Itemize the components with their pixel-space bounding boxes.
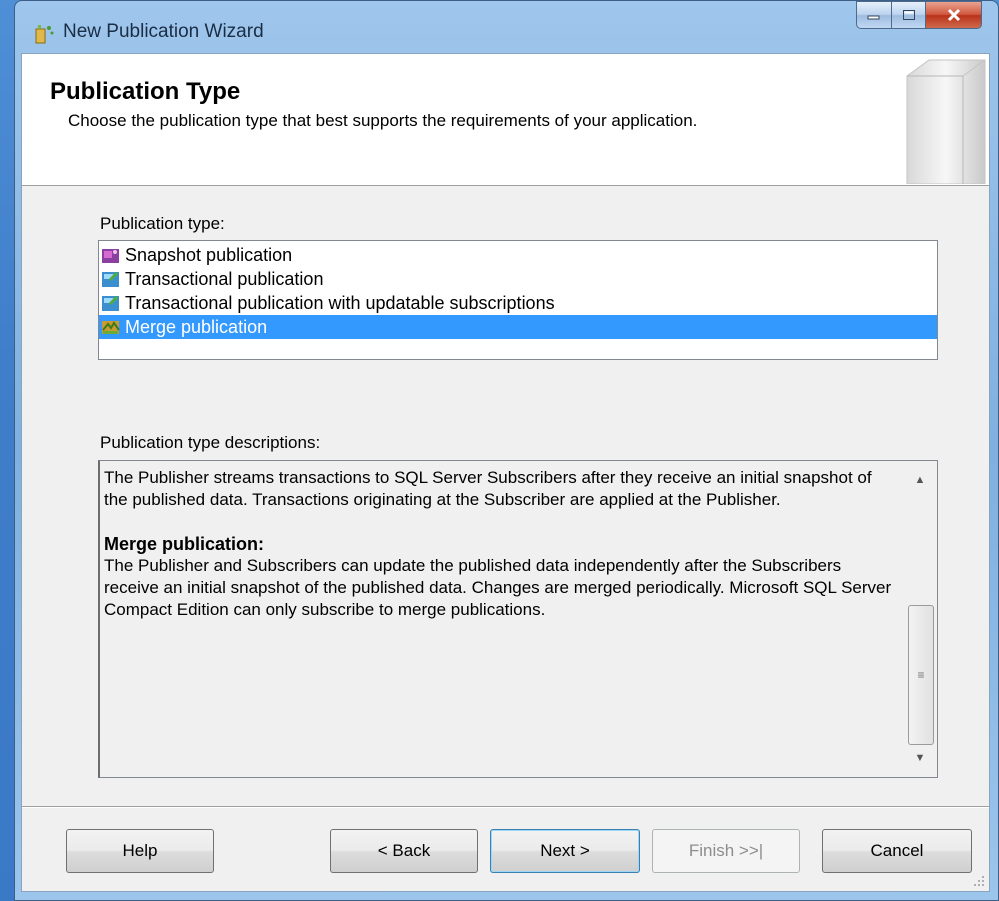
description-paragraph: The Publisher and Subscribers can update…: [104, 556, 892, 619]
title-bar[interactable]: New Publication Wizard: [15, 1, 998, 53]
list-item-transactional[interactable]: Transactional publication: [99, 267, 937, 291]
list-item-label: Snapshot publication: [125, 244, 293, 265]
list-item-label: Transactional publication: [125, 268, 324, 289]
description-paragraph: The Publisher streams transactions to SQ…: [104, 468, 872, 509]
snapshot-publication-icon: [102, 249, 119, 263]
minimize-button[interactable]: [856, 1, 892, 29]
caption-buttons: [856, 1, 982, 29]
list-item-transactional-updatable[interactable]: Transactional publication with updatable…: [99, 291, 937, 315]
help-button[interactable]: Help: [66, 829, 214, 873]
page-title: Publication Type: [50, 78, 241, 105]
grip-icon: ≡: [917, 668, 925, 682]
description-text: The Publisher streams transactions to SQ…: [104, 467, 896, 643]
close-button[interactable]: [926, 1, 982, 29]
scroll-down-icon: ▼: [914, 752, 926, 764]
next-button[interactable]: Next >: [490, 829, 640, 873]
merge-publication-icon: [102, 321, 120, 334]
back-button[interactable]: < Back: [330, 829, 478, 873]
publication-description-box[interactable]: The Publisher streams transactions to SQ…: [98, 460, 938, 778]
maximize-button[interactable]: [892, 1, 926, 29]
finish-button[interactable]: Finish >>|: [652, 829, 800, 873]
scroll-up-button[interactable]: ▲: [903, 465, 937, 495]
wizard-header: Publication Type Choose the publication …: [22, 54, 989, 186]
maximize-icon: [902, 10, 915, 20]
scroll-thumb[interactable]: ≡: [908, 605, 934, 745]
footer-separator: [22, 806, 989, 808]
window-title: New Publication Wizard: [63, 21, 264, 42]
transactional-updatable-icon: [102, 295, 119, 311]
descriptions-label: Publication type descriptions:: [100, 433, 321, 452]
scroll-down-button[interactable]: ▼: [903, 743, 937, 773]
wizard-client-area: Publication Type Choose the publication …: [21, 53, 990, 892]
list-item-label: Transactional publication with updatable…: [125, 292, 555, 313]
wizard-app-icon: [35, 25, 54, 44]
transactional-publication-icon: [102, 271, 119, 287]
list-item-label: Merge publication: [125, 316, 268, 337]
list-item-snapshot[interactable]: Snapshot publication: [99, 243, 937, 267]
page-description: Choose the publication type that best su…: [68, 111, 698, 130]
scroll-up-icon: ▲: [914, 474, 926, 486]
minimize-icon: [867, 15, 880, 20]
publication-type-list[interactable]: Snapshot publication Transactional publi…: [98, 240, 938, 360]
description-heading: Merge publication:: [104, 534, 265, 554]
cancel-button[interactable]: Cancel: [822, 829, 972, 873]
wizard-window: New Publication Wizard Publication Type …: [14, 0, 999, 901]
publication-type-label: Publication type:: [100, 214, 225, 233]
close-icon: [947, 8, 960, 22]
description-scrollbar[interactable]: ▲ ≡ ▼: [903, 461, 937, 777]
list-item-merge[interactable]: Merge publication: [99, 315, 937, 339]
wizard-banner-graphic: [906, 59, 986, 184]
resize-grip-icon[interactable]: [973, 875, 985, 887]
